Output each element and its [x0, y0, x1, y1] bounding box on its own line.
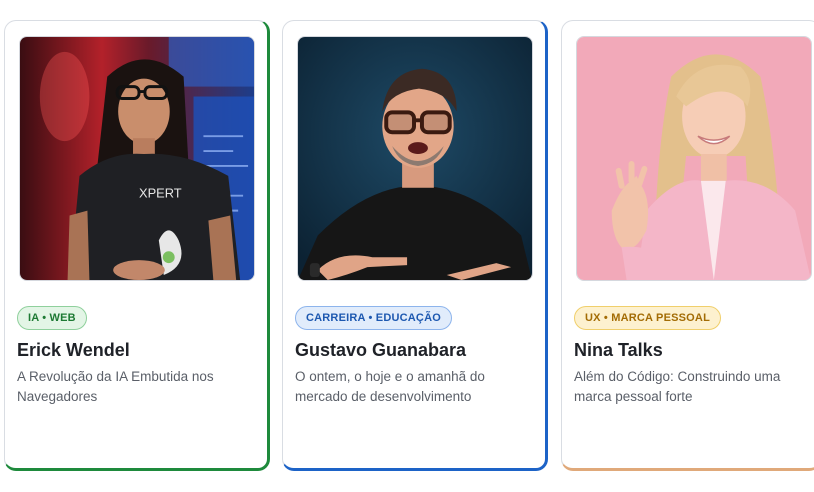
- speaker-name: Nina Talks: [574, 340, 663, 360]
- category-badge: UX • MARCA PESSOAL: [574, 306, 721, 330]
- category-badge: IA • WEB: [17, 306, 87, 330]
- shirt-text: XPERT: [139, 186, 182, 201]
- talk-title: Além do Código: Construindo uma marca pe…: [574, 369, 781, 404]
- speaker-photo: [576, 36, 812, 281]
- talk-title: O ontem, o hoje e o amanhã do mercado de…: [295, 369, 485, 404]
- talk-title: A Revolução da IA Embutida nos Navegador…: [17, 369, 214, 404]
- speaker-name: Erick Wendel: [17, 340, 130, 360]
- speaker-photo: XPERT: [19, 36, 255, 281]
- speaker-photo: [297, 36, 533, 281]
- speaker-card-nina-talks[interactable]: UX • MARCA PESSOAL Nina Talks Além do Có…: [561, 20, 814, 471]
- speaker-card-gustavo-guanabara[interactable]: CARREIRA • EDUCAÇÃO Gustavo Guanabara O …: [282, 20, 548, 471]
- speaker-name: Gustavo Guanabara: [295, 340, 467, 360]
- category-badge: CARREIRA • EDUCAÇÃO: [295, 306, 452, 330]
- speaker-card-erick-wendel[interactable]: XPERT IA • WEB Erick Wendel A Revolução …: [4, 20, 270, 471]
